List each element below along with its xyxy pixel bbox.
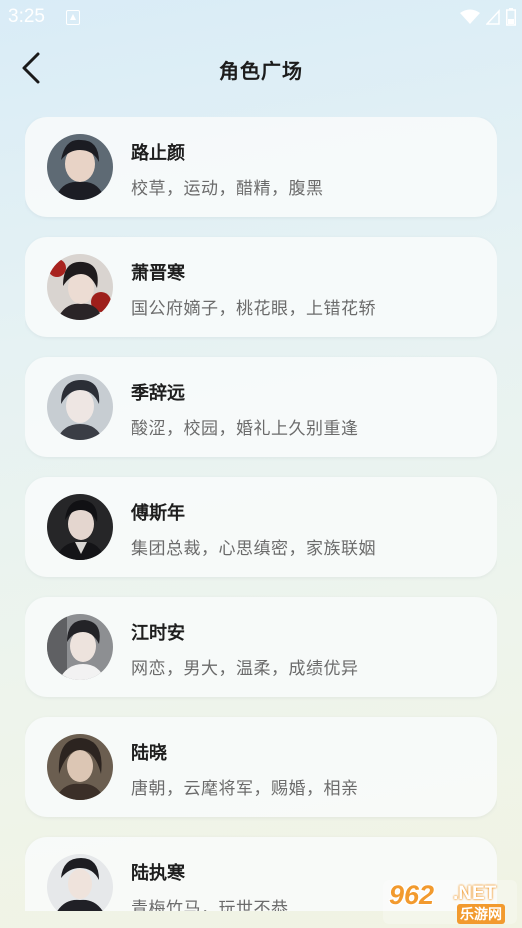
avatar: [47, 254, 113, 320]
character-name: 陆执寒: [131, 863, 185, 884]
watermark-number: 962: [389, 880, 435, 910]
header: 角色广场: [0, 40, 522, 96]
avatar: [47, 374, 113, 440]
character-card[interactable]: 路止颜 校草，运动，醋精，腹黑: [25, 117, 497, 217]
character-card[interactable]: 萧晋寒 国公府嫡子，桃花眼，上错花轿: [25, 237, 497, 337]
character-card[interactable]: 陆晓 唐朝，云麾将军，赐婚，相亲: [25, 717, 497, 817]
character-card[interactable]: 季辞远 酸涩，校园，婚礼上久别重逢: [25, 357, 497, 457]
character-tags: 网恋，男大，温柔，成绩优异: [131, 659, 359, 679]
character-tags: 集团总裁，心思缜密，家族联姻: [131, 539, 376, 559]
notification-app-icon: [66, 10, 80, 25]
character-tags: 校草，运动，醋精，腹黑: [131, 179, 324, 199]
character-list[interactable]: 路止颜 校草，运动，醋精，腹黑 萧晋寒 国公府嫡子，桃花眼，上错花轿 季辞远 酸…: [25, 117, 497, 911]
character-name: 季辞远: [131, 383, 185, 404]
signal-icon: [486, 9, 500, 25]
character-card[interactable]: 江时安 网恋，男大，温柔，成绩优异: [25, 597, 497, 697]
avatar: [47, 734, 113, 800]
character-name: 路止颜: [131, 143, 185, 164]
status-time: 3:25: [8, 6, 45, 27]
character-tags: 唐朝，云麾将军，赐婚，相亲: [131, 779, 359, 799]
character-card[interactable]: 傅斯年 集团总裁，心思缜密，家族联姻: [25, 477, 497, 577]
character-name: 傅斯年: [131, 503, 185, 524]
character-tags: 酸涩，校园，婚礼上久别重逢: [131, 419, 359, 439]
status-indicators: [460, 8, 516, 26]
site-watermark-logo: 962 .NET 乐游网: [383, 880, 517, 924]
character-tags: 青梅竹马，玩世不恭: [131, 899, 289, 911]
avatar: [47, 134, 113, 200]
character-name: 陆晓: [131, 743, 167, 764]
character-tags: 国公府嫡子，桃花眼，上错花轿: [131, 299, 376, 319]
watermark-suffix: .NET: [453, 883, 497, 904]
avatar: [47, 614, 113, 680]
status-bar: 3:25: [0, 0, 522, 36]
character-name: 江时安: [131, 623, 185, 644]
avatar: [47, 494, 113, 560]
watermark-site: 乐游网: [457, 904, 505, 924]
avatar: [47, 854, 113, 911]
character-name: 萧晋寒: [131, 263, 185, 284]
wifi-icon: [460, 9, 480, 24]
battery-icon: [506, 8, 516, 26]
page-title: 角色广场: [219, 59, 303, 83]
